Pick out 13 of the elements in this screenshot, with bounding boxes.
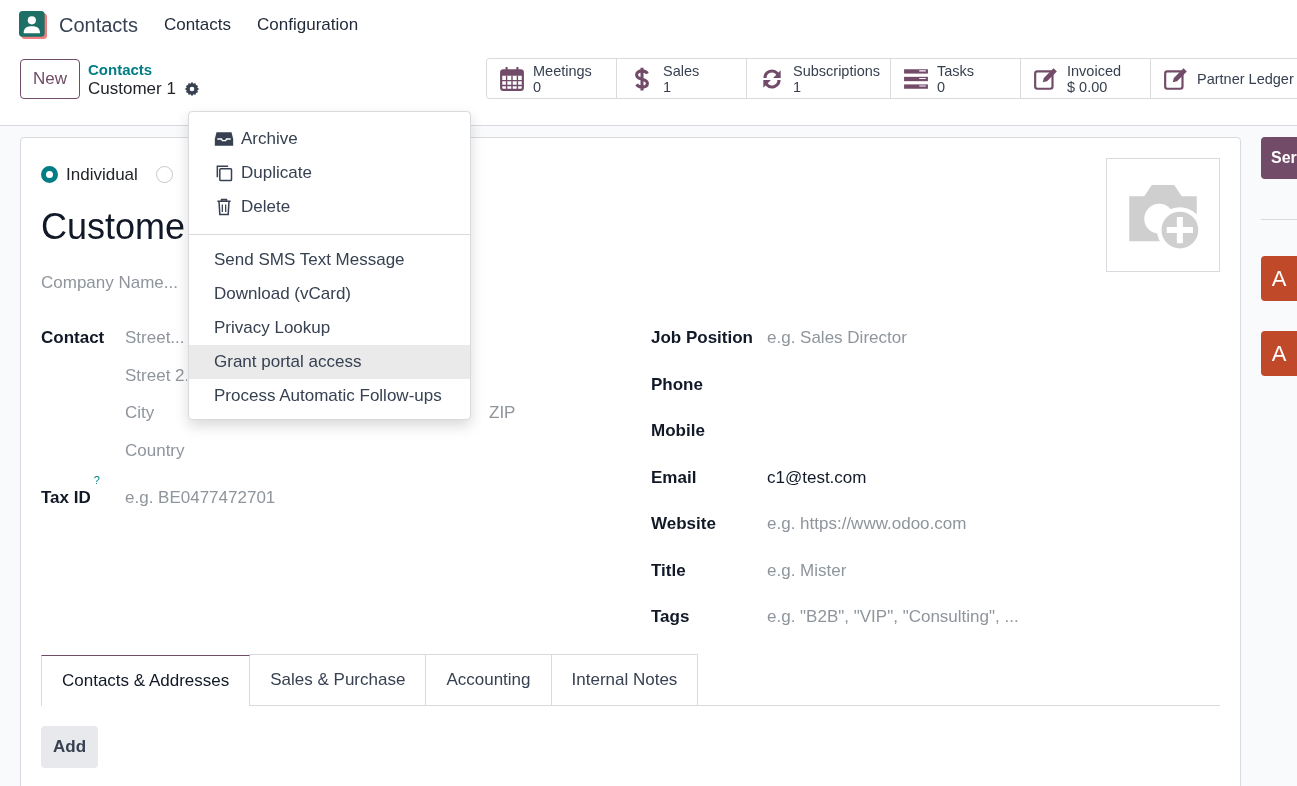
field-label: Contact [41, 327, 106, 349]
record-title: Customer 1 [88, 79, 176, 99]
field-label: Email [651, 466, 698, 489]
avatar: A [1261, 256, 1297, 301]
app-name: Contacts [59, 13, 138, 38]
field-label: Mobile [651, 420, 706, 442]
field-label: Tax ID [41, 488, 91, 507]
field-label: Tags [651, 606, 691, 628]
field-label: Website [651, 513, 717, 535]
field-label: Phone [651, 373, 704, 396]
field-label: Job Position [651, 327, 754, 349]
field-label: Title [651, 559, 687, 582]
avatar: A [1261, 331, 1297, 376]
